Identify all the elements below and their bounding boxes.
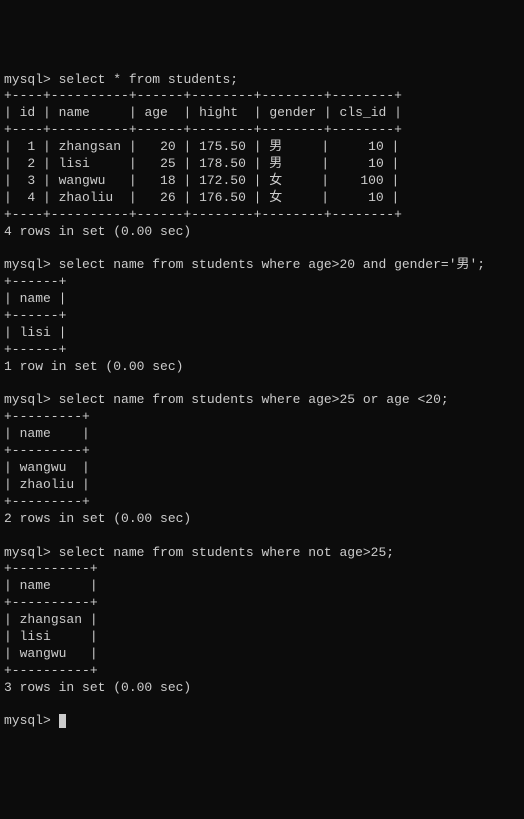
table-border: +----+----------+------+--------+-------… (4, 88, 402, 103)
cell: zhangsan (59, 139, 121, 154)
cell: 2 (27, 156, 35, 171)
cell: 4 (27, 190, 35, 205)
table-border: +----------+ (4, 561, 98, 576)
cell: 172.50 (199, 173, 246, 188)
cell: 女 (269, 173, 282, 188)
cell: 男 (269, 139, 282, 154)
status-text: 1 row in set (0.00 sec) (4, 359, 183, 374)
table-border: +----+----------+------+--------+-------… (4, 122, 402, 137)
sql-query: select * from students; (59, 72, 238, 87)
cell: 10 (368, 190, 384, 205)
cell: 女 (269, 190, 282, 205)
col-header: hight (199, 105, 238, 120)
cell: 1 (27, 139, 35, 154)
table-border: +------+ (4, 274, 66, 289)
status-text: 2 rows in set (0.00 sec) (4, 511, 191, 526)
sql-query: select name from students where not age>… (59, 545, 394, 560)
col-header: name (20, 426, 51, 441)
table-border: +---------+ (4, 494, 90, 509)
cell: 3 (27, 173, 35, 188)
cell: zhaoliu (59, 190, 114, 205)
table-border: +----+----------+------+--------+-------… (4, 207, 402, 222)
status-text: 3 rows in set (0.00 sec) (4, 680, 191, 695)
prompt: mysql> (4, 713, 51, 728)
prompt: mysql> (4, 72, 51, 87)
col-header: name (59, 105, 90, 120)
col-header: cls_id (340, 105, 387, 120)
cell: lisi (20, 325, 51, 340)
cell: wangwu (59, 173, 106, 188)
cell: wangwu (20, 646, 67, 661)
prompt: mysql> (4, 392, 51, 407)
prompt: mysql> (4, 257, 51, 272)
table-border: +---------+ (4, 409, 90, 424)
cell: zhaoliu (20, 477, 75, 492)
sql-query: select name from students where age>25 o… (59, 392, 449, 407)
cell: 178.50 (199, 156, 246, 171)
cell: zhangsan (20, 612, 82, 627)
cell: lisi (20, 629, 51, 644)
cell: lisi (59, 156, 90, 171)
table-border: +---------+ (4, 443, 90, 458)
cell: 10 (368, 139, 384, 154)
cell: 26 (160, 190, 176, 205)
table-border: +------+ (4, 308, 66, 323)
col-header: gender (269, 105, 316, 120)
table-border: +----------+ (4, 663, 98, 678)
cell: wangwu (20, 460, 67, 475)
cursor[interactable] (59, 714, 66, 728)
cell: 男 (269, 156, 282, 171)
col-header: age (144, 105, 167, 120)
col-header: name (20, 291, 51, 306)
cell: 25 (160, 156, 176, 171)
cell: 175.50 (199, 139, 246, 154)
status-text: 4 rows in set (0.00 sec) (4, 224, 191, 239)
table-border: +------+ (4, 342, 66, 357)
col-header: name (20, 578, 51, 593)
col-header: id (20, 105, 36, 120)
cell: 10 (368, 156, 384, 171)
terminal-output: mysql> select * from students; +----+---… (4, 72, 520, 731)
cell: 18 (160, 173, 176, 188)
table-border: +----------+ (4, 595, 98, 610)
cell: 176.50 (199, 190, 246, 205)
sql-query: select name from students where age>20 a… (59, 257, 485, 272)
prompt: mysql> (4, 545, 51, 560)
cell: 100 (360, 173, 383, 188)
cell: 20 (160, 139, 176, 154)
